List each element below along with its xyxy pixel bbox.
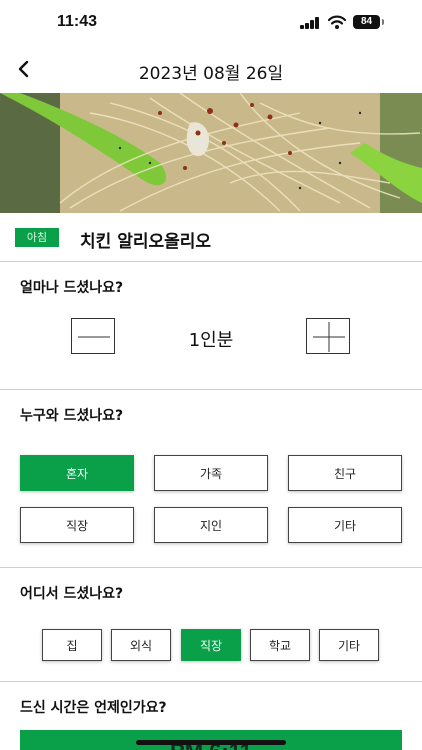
serving-value: 1인분 [188, 330, 234, 351]
amount-question: 얼마나 드셨나요? [20, 280, 124, 296]
divider [0, 567, 422, 568]
place-option-other[interactable]: 기타 [319, 629, 379, 661]
page-title: 2023년 08월 26일 [138, 64, 284, 84]
companion-option-other[interactable]: 기타 [288, 507, 402, 543]
battery-tip [382, 19, 384, 25]
food-photo [0, 93, 422, 213]
companion-option-alone[interactable]: 혼자 [20, 455, 134, 491]
cellular-signal-icon [300, 17, 322, 29]
place-option-work[interactable]: 직장 [181, 629, 241, 661]
companion-option-work[interactable]: 직장 [20, 507, 134, 543]
plus-icon [313, 322, 345, 352]
meal-type-badge: 아침 [15, 228, 59, 247]
status-bar: 11:43 84 [0, 0, 422, 46]
wifi-icon [328, 15, 346, 29]
companion-question: 누구와 드셨나요? [20, 408, 124, 424]
battery-icon: 84 [353, 15, 380, 29]
companion-option-acquaintance[interactable]: 지인 [154, 507, 268, 543]
decrease-button[interactable] [71, 318, 115, 354]
meal-name: 치킨 알리오올리오 [80, 232, 212, 252]
home-indicator [136, 740, 286, 745]
status-time: 11:43 [57, 13, 98, 30]
divider [0, 389, 422, 390]
place-question: 어디서 드셨나요? [20, 586, 124, 602]
companion-option-friend[interactable]: 친구 [288, 455, 402, 491]
companion-option-family[interactable]: 가족 [154, 455, 268, 491]
minus-icon [78, 336, 110, 338]
divider [0, 681, 422, 682]
nav-bar: 2023년 08월 26일 [0, 46, 422, 93]
time-question: 드신 시간은 언제인가요? [20, 700, 167, 716]
place-option-home[interactable]: 집 [42, 629, 102, 661]
place-option-school[interactable]: 학교 [250, 629, 310, 661]
increase-button[interactable] [306, 318, 350, 354]
place-option-eating-out[interactable]: 외식 [111, 629, 171, 661]
